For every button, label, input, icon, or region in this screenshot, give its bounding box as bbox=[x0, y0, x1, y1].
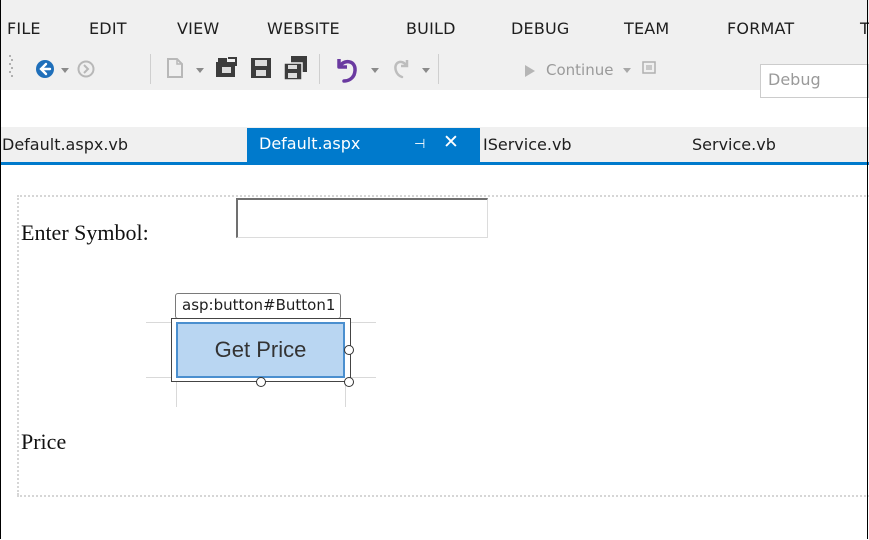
save-all-icon[interactable] bbox=[282, 54, 310, 82]
new-project-icon[interactable] bbox=[165, 56, 185, 80]
menu-website[interactable]: WEBSITE bbox=[267, 19, 340, 38]
snap-guide bbox=[351, 377, 376, 378]
continue-dropdown-icon[interactable] bbox=[623, 68, 631, 73]
menu-debug[interactable]: DEBUG bbox=[511, 19, 570, 38]
back-icon[interactable] bbox=[35, 59, 55, 79]
price-label: Price bbox=[21, 429, 67, 454]
symbol-input[interactable] bbox=[236, 198, 488, 238]
snap-guide bbox=[176, 382, 177, 407]
attach-icon[interactable] bbox=[641, 59, 659, 77]
menu-file[interactable]: FILE bbox=[7, 19, 41, 38]
tab-default-aspx-vb[interactable]: Default.aspx.vb bbox=[2, 135, 128, 154]
toolbar-separator bbox=[150, 54, 151, 84]
undo-icon[interactable] bbox=[334, 55, 362, 83]
back-dropdown-icon[interactable] bbox=[61, 68, 69, 73]
menu-team[interactable]: TEAM bbox=[624, 19, 669, 38]
save-icon[interactable] bbox=[249, 56, 273, 80]
form-boundary-left bbox=[17, 195, 19, 495]
snap-guide bbox=[146, 322, 171, 323]
new-project-dropdown-icon[interactable] bbox=[196, 68, 204, 73]
redo-dropdown-icon[interactable] bbox=[422, 68, 430, 73]
toolbar-separator bbox=[319, 54, 320, 84]
toolbar-grip-icon[interactable] bbox=[9, 55, 13, 81]
form-boundary-top bbox=[17, 195, 869, 197]
menu-build[interactable]: BUILD bbox=[406, 19, 456, 38]
solution-configuration-value: Debug bbox=[768, 70, 821, 89]
tab-default-aspx-label: Default.aspx bbox=[259, 134, 361, 153]
toolbar-separator bbox=[438, 54, 439, 84]
get-price-button[interactable]: Get Price bbox=[176, 322, 345, 378]
toolbar: Continue bbox=[0, 45, 869, 90]
forward-icon[interactable] bbox=[77, 60, 95, 78]
resize-handle-bottom-right[interactable] bbox=[344, 377, 354, 387]
close-tab-icon[interactable]: ✕ bbox=[443, 131, 459, 153]
control-tag[interactable]: asp:button#Button1 bbox=[175, 293, 342, 319]
menu-tools[interactable]: T bbox=[860, 19, 869, 38]
form-boundary-bottom bbox=[17, 495, 869, 497]
snap-guide bbox=[351, 322, 376, 323]
menu-view[interactable]: VIEW bbox=[177, 19, 219, 38]
tab-iservice-vb[interactable]: IService.vb bbox=[483, 135, 572, 154]
resize-handle-bottom[interactable] bbox=[256, 377, 266, 387]
undo-dropdown-icon[interactable] bbox=[371, 68, 379, 73]
snap-guide bbox=[146, 377, 171, 378]
tab-service-vb[interactable]: Service.vb bbox=[692, 135, 776, 154]
pin-tab-icon[interactable]: ⊣ bbox=[414, 137, 425, 152]
menu-edit[interactable]: EDIT bbox=[89, 19, 127, 38]
enter-symbol-label: Enter Symbol: bbox=[21, 220, 149, 245]
continue-label: Continue bbox=[546, 61, 614, 79]
resize-handle-right[interactable] bbox=[344, 345, 354, 355]
menu-format[interactable]: FORMAT bbox=[727, 19, 794, 38]
menu-bar: FILE EDIT VIEW WEBSITE BUILD DEBUG TEAM … bbox=[0, 0, 869, 45]
redo-icon[interactable] bbox=[391, 57, 413, 79]
open-file-icon[interactable] bbox=[214, 55, 240, 81]
play-icon bbox=[525, 65, 535, 77]
